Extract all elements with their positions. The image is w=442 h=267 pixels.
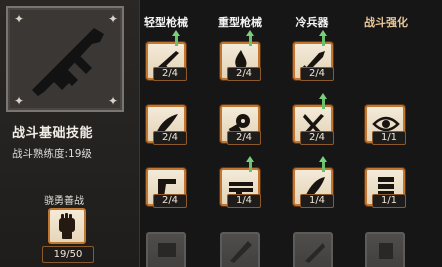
column-header-combat-enhancement: 战斗强化 — [364, 16, 408, 29]
locked-skill-icon — [305, 243, 325, 263]
weapon-emblem: ✦ ✦ ✦ ✦ — [6, 6, 124, 112]
locked-skill-icon — [379, 243, 393, 259]
skill-level-badge: 2/4 — [300, 67, 334, 81]
upgrade-arrow-icon — [319, 93, 327, 99]
upgrade-arrow-icon — [172, 30, 180, 36]
skill-level-badge: 2/4 — [153, 194, 187, 208]
upgrade-arrow-stem — [175, 36, 178, 46]
skill-tree-info-panel: ✦ ✦ ✦ ✦ 战斗基础技能 战斗熟练度:19级 骁勇善战 19/50 — [0, 0, 140, 267]
upgrade-arrow-stem — [322, 36, 325, 46]
skill-level-badge: 2/4 — [153, 67, 187, 81]
column-header-heavy-firearms: 重型枪械 — [218, 16, 262, 29]
column-header-melee-weapons: 冷兵器 — [295, 16, 329, 29]
locked-skill-tile[interactable] — [365, 232, 405, 267]
combat-proficiency-level: 战斗熟练度:19级 — [12, 148, 92, 160]
skill-level-badge: 1/4 — [227, 194, 261, 208]
skill-level-badge: 1/4 — [300, 194, 334, 208]
column-header-light-firearms: 轻型枪械 — [144, 16, 188, 29]
locked-skill-icon — [158, 243, 176, 257]
submachine-gun-icon — [32, 28, 104, 96]
upgrade-arrow-stem — [249, 36, 252, 46]
upgrade-arrow-stem — [249, 162, 252, 172]
passive-skill-tile[interactable] — [48, 208, 86, 244]
skill-tree-title: 战斗基础技能 — [12, 126, 94, 141]
locked-skill-tile[interactable] — [293, 232, 333, 267]
upgrade-arrow-icon — [246, 156, 254, 162]
skill-level-badge: 2/4 — [153, 131, 187, 145]
locked-skill-tile[interactable] — [220, 232, 260, 267]
skill-level-badge: 1/1 — [372, 131, 406, 145]
skill-level-badge: 2/4 — [227, 131, 261, 145]
upgrade-arrow-stem — [322, 162, 325, 172]
passive-skill-label: 骁勇善战 — [44, 196, 84, 207]
passive-skill-progress: 19/50 — [42, 246, 94, 263]
fist-icon — [59, 213, 75, 239]
skill-level-badge: 1/1 — [372, 194, 406, 208]
skill-level-badge: 2/4 — [300, 131, 334, 145]
skill-level-badge: 2/4 — [227, 67, 261, 81]
upgrade-arrow-stem — [322, 99, 325, 109]
upgrade-arrow-icon — [246, 30, 254, 36]
upgrade-arrow-icon — [319, 30, 327, 36]
locked-skill-icon — [230, 241, 252, 263]
locked-skill-tile[interactable] — [146, 232, 186, 267]
upgrade-arrow-icon — [319, 156, 327, 162]
